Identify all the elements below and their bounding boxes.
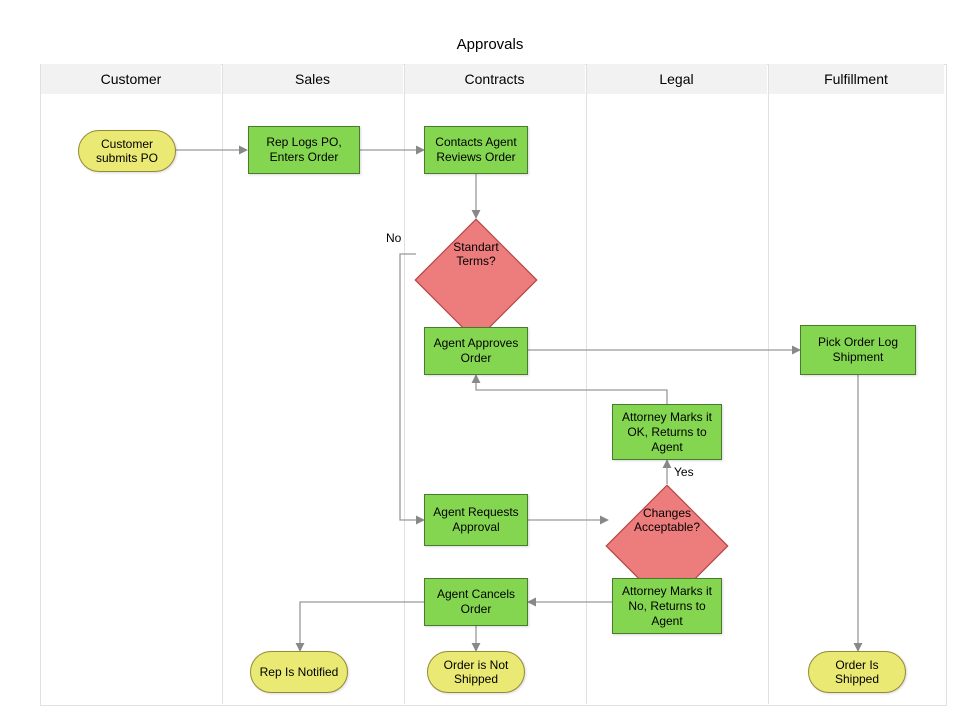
node-pick-order: Pick Order Log Shipment [800, 325, 916, 375]
node-requests: Agent Requests Approval [424, 494, 528, 546]
node-standard-terms-label: Standart Terms? [433, 240, 520, 269]
node-changes-acceptable: Changes Acceptable? [605, 484, 729, 556]
node-attorney-no: Attorney Marks it No, Returns to Agent [612, 578, 722, 634]
node-standard-terms: Standart Terms? [414, 218, 538, 290]
node-cancels: Agent Cancels Order [424, 578, 528, 626]
label-yes2: Yes [674, 465, 694, 479]
node-changes-acceptable-label: Changes Acceptable? [624, 506, 711, 535]
node-shipped: Order Is Shipped [808, 651, 906, 693]
node-customer-submits: Customer submits PO [78, 130, 176, 172]
node-approves: Agent Approves Order [424, 327, 528, 375]
node-not-shipped: Order is Not Shipped [427, 651, 525, 693]
label-no1: No [386, 231, 401, 245]
diagram-stage: Approvals Customer Sales Contracts Legal… [0, 0, 965, 726]
node-attorney-ok: Attorney Marks it OK, Returns to Agent [612, 404, 722, 460]
node-rep-logs: Rep Logs PO, Enters Order [248, 126, 360, 174]
node-rep-notified: Rep Is Notified [250, 651, 348, 693]
node-reviews: Contacts Agent Reviews Order [424, 126, 528, 174]
